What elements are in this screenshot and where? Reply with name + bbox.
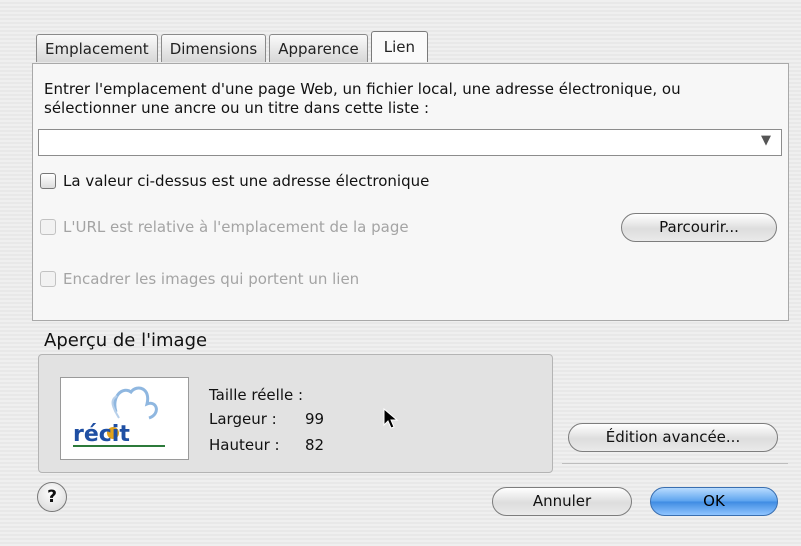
logo-text: récit — [73, 422, 130, 447]
tab-apparence[interactable]: Apparence — [269, 34, 368, 62]
advanced-edit-button[interactable]: Édition avancée... — [568, 423, 778, 452]
ok-button[interactable]: OK — [650, 487, 778, 516]
tab-lien[interactable]: Lien — [370, 31, 429, 62]
border-checkbox — [40, 271, 56, 287]
help-icon[interactable]: ? — [37, 482, 67, 512]
size-label: Taille réelle : — [209, 386, 304, 404]
chevron-down-icon[interactable]: ▼ — [761, 133, 771, 148]
link-description: Entrer l'emplacement d'une page Web, un … — [44, 80, 681, 117]
border-checkbox-label: Encadrer les images qui portent un lien — [63, 270, 360, 288]
preview-title: Aperçu de l'image — [44, 330, 208, 351]
email-checkbox[interactable] — [40, 173, 56, 189]
tab-emplacement[interactable]: Emplacement — [36, 34, 158, 62]
width-value: 99 — [305, 410, 325, 428]
relative-url-checkbox — [40, 219, 56, 235]
tab-bar: Emplacement Dimensions Apparence Lien — [36, 31, 431, 64]
height-label: Hauteur : — [209, 436, 280, 454]
tab-dimensions[interactable]: Dimensions — [160, 34, 267, 62]
relative-url-label: L'URL est relative à l'emplacement de la… — [63, 218, 409, 236]
browse-button[interactable]: Parcourir... — [621, 213, 777, 242]
image-thumbnail: récit — [60, 377, 189, 460]
separator — [562, 463, 788, 464]
width-label: Largeur : — [209, 410, 277, 428]
cursor-icon — [383, 408, 399, 429]
cancel-button[interactable]: Annuler — [492, 487, 632, 516]
email-checkbox-row[interactable]: La valeur ci-dessus est une adresse élec… — [40, 172, 429, 190]
border-checkbox-row: Encadrer les images qui portent un lien — [40, 270, 359, 288]
relative-url-checkbox-row: L'URL est relative à l'emplacement de la… — [40, 218, 409, 236]
link-combobox[interactable]: ▼ — [38, 129, 782, 156]
email-checkbox-label: La valeur ci-dessus est une adresse élec… — [63, 172, 430, 190]
recit-logo: récit — [73, 386, 165, 447]
height-value: 82 — [305, 436, 325, 454]
